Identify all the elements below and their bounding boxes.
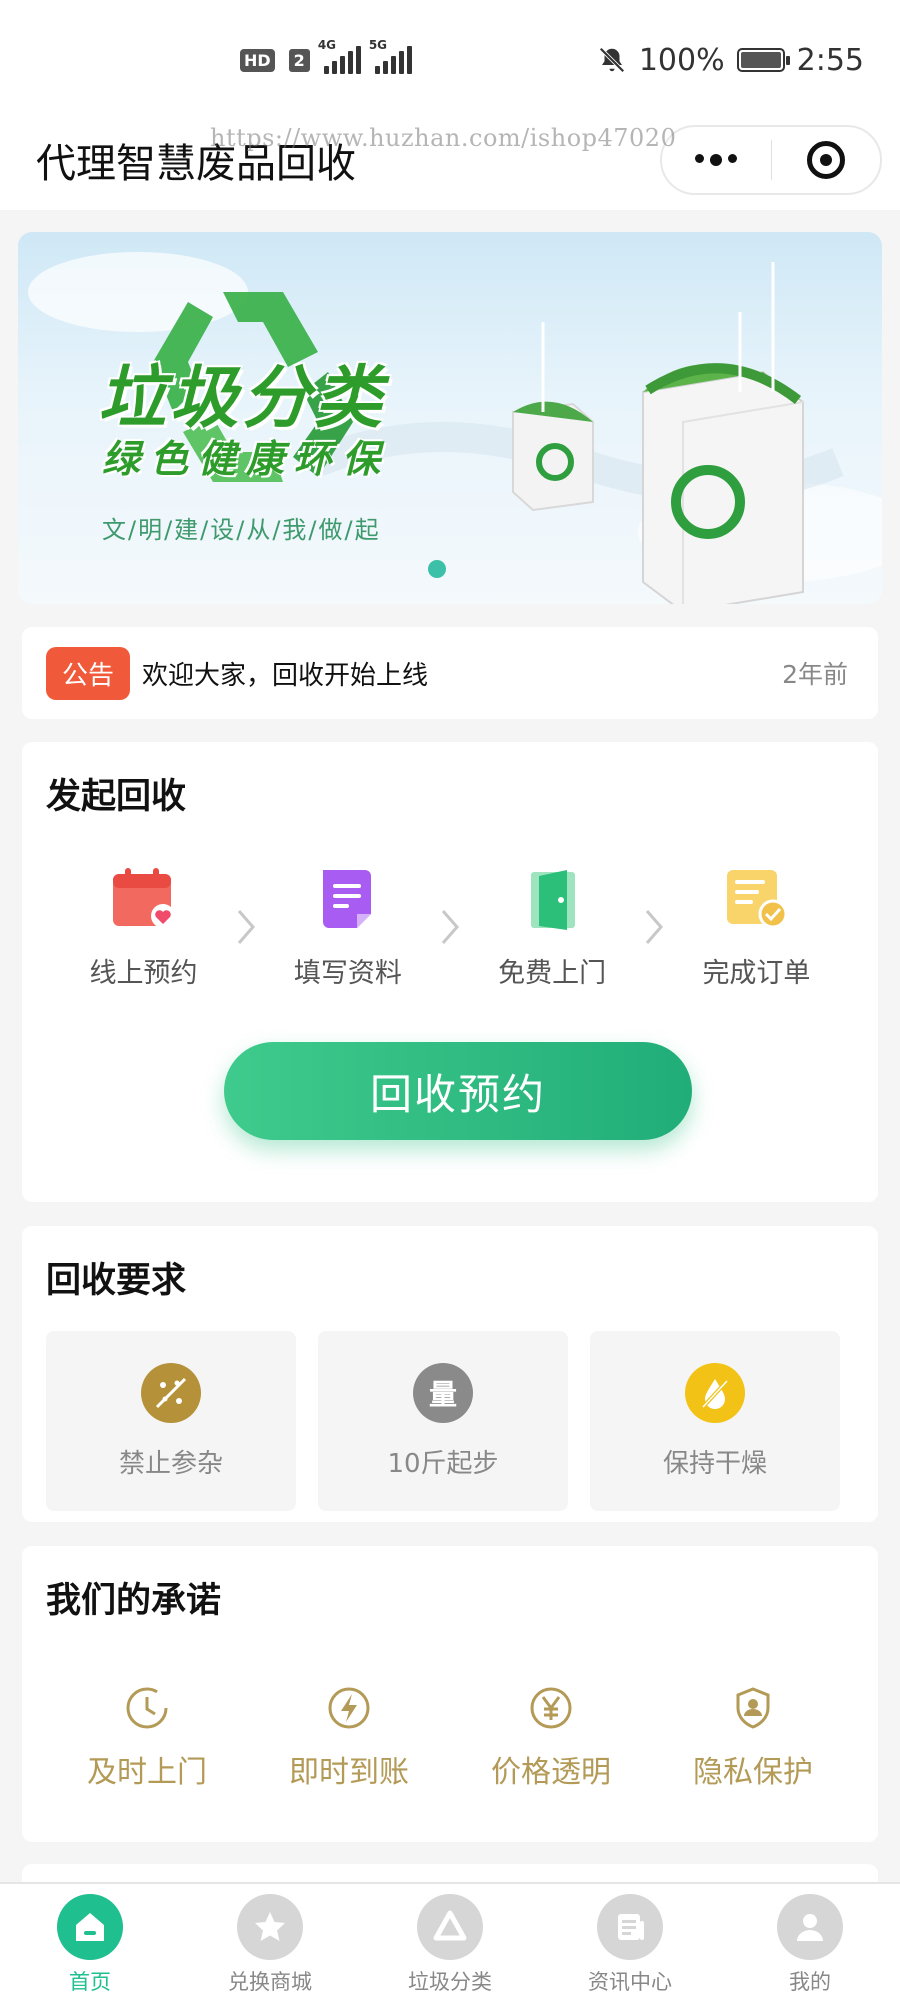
tab-news-center[interactable]: 资讯中心 xyxy=(550,1894,710,1996)
step-label: 完成订单 xyxy=(702,958,811,989)
tab-label: 我的 xyxy=(789,1970,831,1994)
recycle-icon xyxy=(417,1894,483,1960)
promise-transparent-price: 价格透明 xyxy=(456,1683,646,1791)
requirement-label: 10斤起步 xyxy=(387,1448,499,1479)
process-steps: 线上预约 填写资料 免费上门 完成订单 xyxy=(46,859,854,990)
signal-5g-icon: 5G xyxy=(369,38,412,74)
hd-badge: HD xyxy=(240,48,275,72)
clock-icon xyxy=(122,1683,172,1733)
more-dots-icon xyxy=(695,154,738,166)
promise-label: 价格透明 xyxy=(491,1755,611,1790)
home-icon xyxy=(57,1894,123,1960)
status-left: HD 2 4G 5G xyxy=(240,38,412,74)
mute-bell-icon xyxy=(599,47,625,73)
bottom-tab-bar: 首页 兑换商城 垃圾分类 资讯中心 我的 xyxy=(0,1882,900,2000)
requirements-grid: 禁止参杂 量 10斤起步 保持干燥 xyxy=(46,1331,854,1511)
more-button[interactable] xyxy=(662,127,771,193)
promise-instant-pay: 即时到账 xyxy=(254,1683,444,1791)
star-icon xyxy=(237,1894,303,1960)
tab-label: 首页 xyxy=(69,1970,111,1994)
promise-label: 及时上门 xyxy=(87,1755,207,1790)
chevron-right-icon xyxy=(231,887,260,967)
step-free-pickup: 免费上门 xyxy=(465,859,640,990)
promise-card: 我们的承诺 及时上门 即时到账 价格透明 隐私保护 xyxy=(22,1546,878,1842)
recycle-booking-button[interactable]: 回收预约 xyxy=(224,1042,692,1140)
chevron-right-icon xyxy=(640,887,669,967)
yen-icon xyxy=(526,1683,576,1733)
status-bar: HD 2 4G 5G 100% 2:55 xyxy=(0,0,900,120)
user-icon xyxy=(777,1894,843,1960)
requirement-label: 保持干燥 xyxy=(662,1448,767,1479)
tab-exchange-mall[interactable]: 兑换商城 xyxy=(190,1894,350,1996)
battery-percent: 100% xyxy=(638,42,725,78)
banner-subtitle: 绿色健康环保 xyxy=(102,437,391,481)
banner-carousel[interactable]: 垃圾分类 绿色健康环保 文/明/建/设/从/我/做/起 xyxy=(18,232,882,604)
banner-tagline: 文/明/建/设/从/我/做/起 xyxy=(102,516,381,544)
close-mini-program-button[interactable] xyxy=(772,127,881,193)
clock-time: 2:55 xyxy=(796,42,864,78)
signal-4g-icon: 4G xyxy=(318,38,361,74)
step-online-booking: 线上预约 xyxy=(56,859,231,990)
tab-label: 兑换商城 xyxy=(228,1970,312,1994)
tab-label: 垃圾分类 xyxy=(408,1970,492,1994)
door-icon xyxy=(512,859,592,939)
calendar-heart-icon xyxy=(104,859,184,939)
mini-program-capsule xyxy=(660,125,882,195)
step-complete-order: 完成订单 xyxy=(669,859,844,990)
tab-mine[interactable]: 我的 xyxy=(730,1894,890,1996)
order-check-icon xyxy=(716,859,796,939)
step-fill-info: 填写资料 xyxy=(260,859,435,990)
battery-icon xyxy=(736,48,790,72)
no-mixing-icon xyxy=(141,1362,201,1423)
tab-garbage-sorting[interactable]: 垃圾分类 xyxy=(370,1894,530,1996)
target-icon xyxy=(806,141,845,179)
requirements-card: 回收要求 禁止参杂 量 10斤起步 保持干燥 xyxy=(22,1226,878,1522)
promise-label: 即时到账 xyxy=(289,1755,409,1790)
shield-user-icon xyxy=(728,1683,778,1733)
promise-grid: 及时上门 即时到账 价格透明 隐私保护 xyxy=(46,1683,854,1791)
notice-bar[interactable]: 公告 欢迎大家，回收开始上线 2年前 xyxy=(22,627,878,719)
requirement-keep-dry: 保持干燥 xyxy=(590,1331,840,1511)
section-title: 发起回收 xyxy=(46,777,187,817)
sim-badge: 2 xyxy=(288,48,310,72)
weight-icon: 量 xyxy=(413,1362,473,1423)
lightning-icon xyxy=(324,1683,374,1733)
section-title: 回收要求 xyxy=(46,1261,187,1301)
section-title: 我们的承诺 xyxy=(46,1581,222,1621)
step-label: 线上预约 xyxy=(89,958,198,989)
launch-recycle-card: 发起回收 线上预约 填写资料 免费上门 完成订单 回收预约 xyxy=(22,742,878,1202)
banner-title: 垃圾分类 xyxy=(98,359,387,438)
step-label: 填写资料 xyxy=(293,958,402,989)
news-icon xyxy=(597,1894,663,1960)
notice-badge: 公告 xyxy=(46,646,131,700)
no-water-icon xyxy=(685,1362,745,1423)
promise-privacy: 隐私保护 xyxy=(658,1683,848,1791)
promise-on-time: 及时上门 xyxy=(52,1683,242,1791)
nav-header: 代理智慧废品回收 https://www.huzhan.com/ishop470… xyxy=(0,110,900,210)
watermark: https://www.huzhan.com/ishop47020 xyxy=(210,124,677,152)
notice-time: 2年前 xyxy=(782,660,848,689)
tab-home[interactable]: 首页 xyxy=(10,1894,170,1996)
requirement-label: 禁止参杂 xyxy=(118,1448,223,1479)
chevron-right-icon xyxy=(435,887,464,967)
promise-label: 隐私保护 xyxy=(693,1755,813,1790)
step-label: 免费上门 xyxy=(498,958,607,989)
notice-text: 欢迎大家，回收开始上线 xyxy=(142,660,429,691)
carousel-indicator[interactable] xyxy=(428,560,446,578)
tab-label: 资讯中心 xyxy=(588,1970,672,1994)
status-right: 100% 2:55 xyxy=(597,43,864,78)
requirement-no-mixing: 禁止参杂 xyxy=(46,1331,296,1511)
requirement-min-weight: 量 10斤起步 xyxy=(318,1331,568,1511)
form-icon xyxy=(308,859,388,939)
